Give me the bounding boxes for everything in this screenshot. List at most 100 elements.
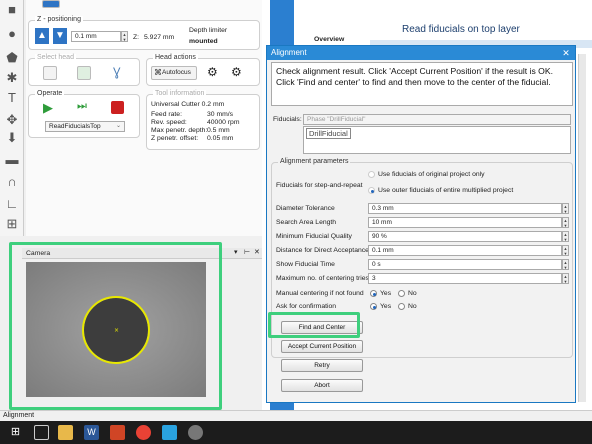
text-tool-icon[interactable]: T [4,90,20,106]
retry-button[interactable]: Retry [281,359,363,372]
param-label: Search Area Length [276,219,337,226]
app-icon[interactable] [188,425,203,440]
move-down-top-button[interactable] [42,0,60,8]
z-up-button[interactable]: ▲ [35,28,49,44]
autofocus-button[interactable]: ⌘ Autofocus [151,66,197,80]
search-area-input[interactable]: 10 mm [368,217,562,228]
autofocus-label: Autofocus [162,69,191,76]
depth-limiter-status: mounted [189,38,218,45]
dialog-titlebar[interactable]: Alignment ✕ [267,46,575,60]
light-toggle-icon[interactable]: ⚙ [231,65,242,79]
centering-tries-input[interactable]: 3 [368,273,562,284]
close-icon[interactable]: ✕ [560,47,572,59]
confirmation-no-radio[interactable] [398,303,405,310]
direct-acceptance-input[interactable]: 0.1 mm [368,245,562,256]
drill-tool-icon[interactable]: ⬇ [4,130,20,146]
file-explorer-icon[interactable] [58,425,73,440]
z-down-button[interactable]: ▼ [53,28,67,44]
show-time-input[interactable]: 0 s [368,259,562,270]
control-panel: Z - positioning ▲ ▼ 0.1 mm ▲ ▼ Z: 5.927 m… [26,0,262,236]
taskbar: ⊞ W [0,421,592,444]
manual-centering-yes-radio[interactable] [370,290,377,297]
status-text: Alignment [3,412,35,419]
head-tool-icon[interactable]: Ɣ [113,65,121,79]
camera-tool-icon[interactable]: ▬ [4,152,20,168]
accept-current-position-button[interactable]: Accept Current Position [281,340,363,353]
circle-tool-icon[interactable]: ● [4,26,20,42]
tool-row-label: Rev. speed: [151,119,187,126]
tool-row-value: 0.5 mm [207,127,230,134]
grid-tool-icon[interactable]: ⊞ [4,216,20,232]
rectangle-tool-icon[interactable]: ■ [4,2,20,18]
play-icon[interactable]: ▶ [43,100,53,116]
tool-info-title: Tool information [153,90,207,97]
circuitpro-icon[interactable] [162,425,177,440]
select-head-title: Select head [35,54,76,61]
tool-information-group: Tool information Universal Cutter 0.2 mm… [146,90,260,150]
param-spinner[interactable]: ▲ ▼ [562,259,569,270]
confirmation-label: Ask for confirmation [276,303,337,310]
operate-group: Operate ▶ ⏭ ReadFiducialsTop ⌄ [28,90,140,138]
tool-row-value: 40000 rpm [207,119,240,126]
magnet-tool-icon[interactable]: ∩ [4,174,20,190]
measure-tool-icon[interactable]: ∟ [4,196,20,212]
move-tool-icon[interactable]: ✥ [4,112,20,128]
autofocus-icon: ⌘ [154,68,162,77]
step-repeat-radio-outer[interactable] [368,187,375,194]
pin-icon[interactable]: ⊢ [244,248,250,256]
step-repeat-radio-original[interactable] [368,171,375,178]
star-tool-icon[interactable]: ✱ [4,70,20,86]
z-group-title: Z - positioning [35,16,83,23]
fiducial-list-item[interactable]: DrillFiducial [306,128,351,139]
head-image-icon[interactable] [77,66,91,80]
tool-name: Universal Cutter 0.2 mm [151,101,225,108]
head-actions-group: Head actions ⌘ Autofocus ⚙ ⚙ [146,54,260,86]
min-quality-input[interactable]: 90 % [368,231,562,242]
head-grid-icon[interactable] [43,66,57,80]
param-label: Diameter Tolerance [276,205,335,212]
z-step-spinner[interactable]: ▲ ▼ [121,31,128,42]
task-view-icon[interactable] [34,425,49,440]
abort-button[interactable]: Abort [281,379,363,392]
tool-row-label: Max penetr. depth: [151,127,208,134]
step-repeat-label: Fiducials for step-and-repeat [276,182,363,189]
left-toolbar: ■ ● ⬟ ✱ T ✥ ⬇ ▬ ∩ ∟ ⊞ [0,0,24,236]
polygon-tool-icon[interactable]: ⬟ [4,50,20,66]
stop-icon[interactable] [111,101,124,114]
param-spinner[interactable]: ▲ ▼ [562,203,569,214]
step-repeat-option: Use outer fiducials of entire multiplied… [378,187,514,194]
powerpoint-icon[interactable] [110,425,125,440]
param-spinner[interactable]: ▲ ▼ [562,217,569,228]
diameter-tolerance-input[interactable]: 0.3 mm [368,203,562,214]
z-step-input[interactable]: 0.1 mm [71,31,121,42]
param-label: Minimum Fiducial Quality [276,233,352,240]
chevron-down-icon[interactable]: ⌄ [116,122,121,129]
operate-select[interactable]: ReadFiducialsTop [45,121,125,132]
tool-row-value: 0.05 mm [207,135,234,142]
close-icon[interactable]: ✕ [254,248,260,256]
start-icon[interactable]: ⊞ [8,425,23,440]
status-bar: Alignment [0,410,592,420]
step-icon[interactable]: ⏭ [77,100,87,113]
step-repeat-option: Use fiducials of original project only [378,171,485,178]
alignment-dialog: Alignment ✕ Check alignment result. Clic… [266,45,576,403]
fiducials-select[interactable]: Phase "DrillFiducial" [303,114,571,125]
select-head-group: Select head Ɣ [28,54,140,86]
confirmation-yes-radio[interactable] [370,303,377,310]
chevron-down-icon[interactable]: ▾ [234,248,238,256]
chrome-icon[interactable] [136,425,151,440]
dialog-scrollbar[interactable] [578,54,586,402]
doc-header-text: Read fiducials on top layer [402,24,520,35]
tool-row-label: Z penetr. offset: [151,135,199,142]
word-icon[interactable]: W [84,425,99,440]
light-settings-icon[interactable]: ⚙ [207,65,218,79]
manual-centering-no-radio[interactable] [398,290,405,297]
camera-highlight-frame [9,242,222,410]
param-spinner[interactable]: ▲ ▼ [562,273,569,284]
param-spinner[interactable]: ▲ ▼ [562,245,569,256]
find-center-highlight-frame [268,312,360,338]
params-title: Alignment parameters [278,158,351,165]
manual-centering-label: Manual centering if not found [276,290,364,297]
param-spinner[interactable]: ▲ ▼ [562,231,569,242]
fiducial-list[interactable]: DrillFiducial [303,126,571,154]
